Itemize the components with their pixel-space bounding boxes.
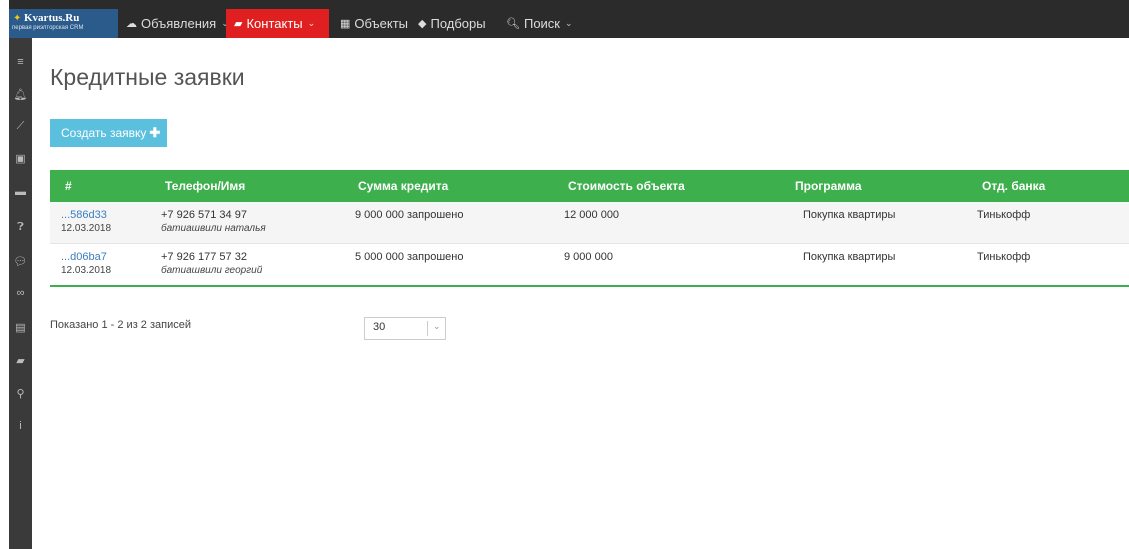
credit-amount: 5 000 000 запрошено	[355, 251, 464, 263]
request-id-link[interactable]: ...d06ba7	[61, 250, 111, 264]
contact-name: батиашвили георгий	[161, 265, 263, 276]
sidebar-gap	[0, 38, 9, 549]
select-divider	[427, 321, 428, 336]
folder-icon[interactable]: ▬	[9, 186, 32, 198]
id-cell: ...586d33 12.03.2018	[61, 208, 111, 236]
chevron-down-icon: ⌄	[307, 18, 316, 28]
help-icon[interactable]: ❓︎	[9, 221, 32, 234]
nav-item-search[interactable]: 🔍︎ Поиск ⌄	[498, 9, 581, 38]
nav-item-label: Подборы	[430, 16, 486, 31]
book-icon[interactable]: ▰	[9, 354, 32, 367]
column-header-program[interactable]: Программа	[795, 179, 862, 193]
request-id-link[interactable]: ...586d33	[61, 208, 111, 222]
create-request-button[interactable]: Создать заявку ✚	[50, 119, 167, 147]
column-header-bank[interactable]: Отд. банка	[982, 179, 1045, 193]
page-size-select[interactable]: 30 ⌄	[364, 317, 446, 340]
nav-item-ads[interactable]: ☁ Объявления ⌄	[118, 9, 237, 38]
program: Покупка квартиры	[803, 209, 896, 221]
column-header-credit[interactable]: Сумма кредита	[358, 179, 448, 193]
page-title: Кредитные заявки	[50, 64, 245, 90]
plus-icon: ✚	[149, 125, 161, 140]
navbar-left-gap	[0, 0, 9, 38]
newspaper-icon[interactable]: ▤	[9, 321, 32, 334]
brand-subtitle: первая риэлторская CRM	[12, 25, 84, 31]
create-request-label: Создать заявку	[61, 126, 147, 140]
top-navbar: ✦ Kvartus.Ru первая риэлторская CRM ☁ Об…	[0, 0, 1129, 38]
info-icon[interactable]: i	[9, 420, 32, 432]
page-size-value: 30	[373, 321, 386, 333]
bank-branch: Тинькофф	[977, 251, 1031, 263]
records-summary: Показано 1 - 2 из 2 записей	[50, 319, 191, 331]
nav-item-label: Контакты	[246, 16, 303, 31]
nav-item-label: Объявления	[141, 16, 217, 31]
table-header: # Телефон/Имя Сумма кредита Стоимость об…	[50, 170, 1129, 202]
contact-phone: +7 926 571 34 97	[161, 209, 247, 221]
nav-item-selections[interactable]: ◆ Подборы	[410, 9, 494, 38]
search-icon: 🔍︎	[506, 18, 520, 30]
book-icon: ▰	[234, 18, 243, 30]
contact-cell: +7 926 571 34 97 батиашвили наталья	[161, 208, 266, 236]
map-marker-icon[interactable]: ⚲	[9, 387, 32, 400]
nav-item-label: Поиск	[523, 16, 560, 31]
column-header-id[interactable]: #	[65, 179, 72, 193]
brand-logo[interactable]: ✦ Kvartus.Ru первая риэлторская CRM	[9, 9, 118, 38]
tag-icon: ◆	[418, 18, 427, 30]
bell-icon[interactable]: 🔔︎	[9, 88, 32, 101]
bank-branch: Тинькофф	[977, 209, 1031, 221]
contact-name: батиашвили наталья	[161, 223, 266, 234]
brand-title: Kvartus.Ru	[24, 12, 80, 24]
table-row[interactable]: ...d06ba7 12.03.2018 +7 926 177 57 32 ба…	[50, 244, 1129, 287]
contact-phone: +7 926 177 57 32	[161, 251, 247, 263]
logo-mark-icon: ✦	[13, 13, 22, 24]
money-icon[interactable]: ▣	[9, 152, 32, 165]
contact-cell: +7 926 177 57 32 батиашвили георгий	[161, 250, 262, 278]
menu-icon[interactable]: ≡	[9, 56, 32, 68]
request-date: 12.03.2018	[61, 223, 112, 234]
cloud-icon: ☁	[126, 18, 137, 30]
program: Покупка квартиры	[803, 251, 896, 263]
table-row[interactable]: ...586d33 12.03.2018 +7 926 571 34 97 ба…	[50, 202, 1129, 244]
object-price: 12 000 000	[564, 209, 620, 221]
request-date: 12.03.2018	[61, 265, 112, 276]
chevron-down-icon: ⌄	[433, 321, 441, 331]
binoculars-icon[interactable]: ∞	[9, 287, 32, 299]
column-header-phone-name[interactable]: Телефон/Имя	[165, 179, 245, 193]
credit-requests-table: # Телефон/Имя Сумма кредита Стоимость об…	[50, 170, 1129, 287]
object-price: 9 000 000	[564, 251, 613, 263]
nav-item-label: Объекты	[354, 16, 409, 31]
nav-item-objects[interactable]: ▦ Объекты	[332, 9, 416, 38]
left-sidebar: ≡ 🔔︎ ⟋ ▣ ▬ ❓︎ 💬︎ ∞ ▤ ▰ ⚲ i	[0, 38, 32, 549]
credit-amount: 9 000 000 запрошено	[355, 209, 464, 221]
id-cell: ...d06ba7 12.03.2018	[61, 250, 111, 278]
column-header-price[interactable]: Стоимость объекта	[568, 179, 685, 193]
chat-icon[interactable]: 💬︎	[9, 255, 32, 268]
chevron-down-icon: ⌄	[565, 18, 573, 28]
chart-icon[interactable]: ⟋	[9, 120, 32, 133]
building-icon: ▦	[340, 18, 351, 30]
nav-item-contacts[interactable]: ▰ Контакты ⌄	[226, 9, 329, 38]
